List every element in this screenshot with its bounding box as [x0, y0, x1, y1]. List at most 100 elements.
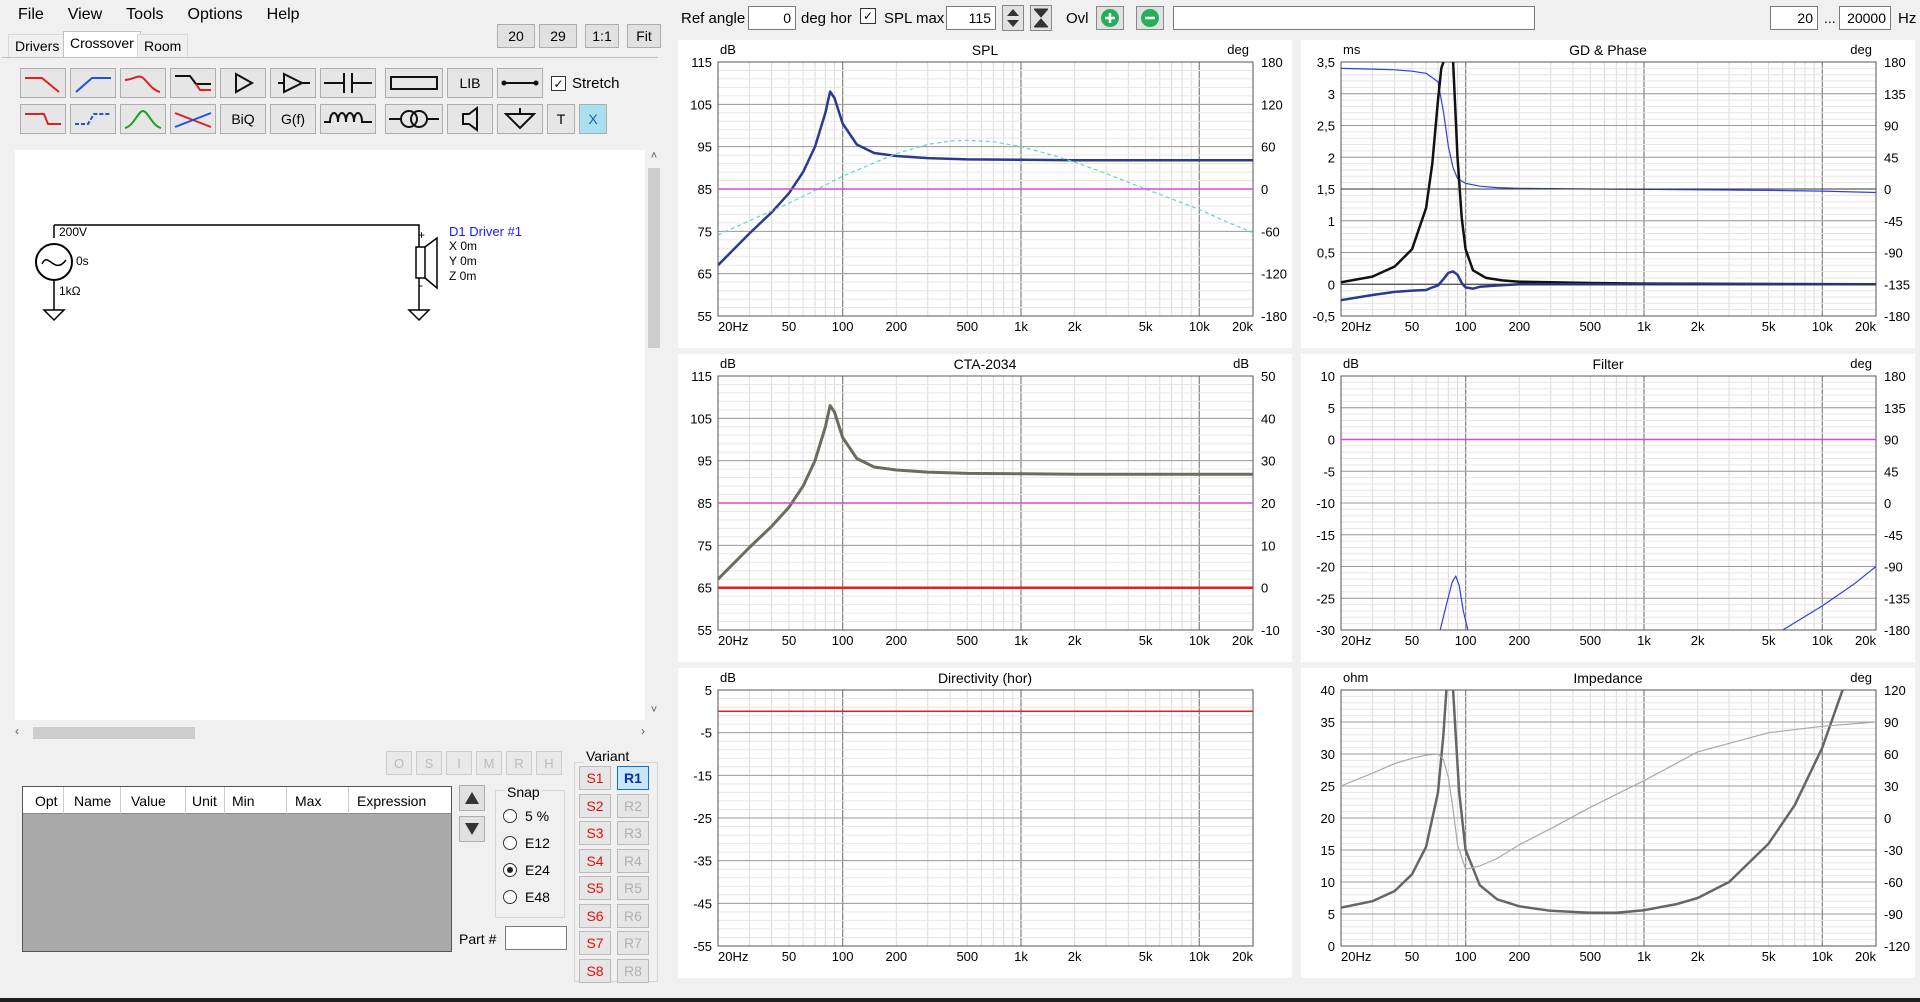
graph-gd-phase[interactable]: GD & Phase ms deg 3,5 3 2,5 2 1,5 1 0,5 0 -0,5 180 13… — [1301, 40, 1915, 348]
variant-s4-button[interactable]: S4 — [579, 848, 611, 873]
graph-impedance[interactable]: Impedance ohm deg 40 35 30 25 20 15 10 5 0 120 90 60 30… — [1301, 668, 1915, 978]
delete-tool[interactable]: X — [579, 104, 607, 134]
r-button[interactable]: R — [506, 751, 532, 775]
variant-r4-button[interactable]: R4 — [617, 848, 649, 873]
spl-max-auto-button[interactable] — [1030, 5, 1052, 31]
stretch-option[interactable]: ✓ Stretch — [551, 75, 620, 92]
schematic-canvas[interactable]: 200V 0s 1kΩ + - D1 Driver #1 X 0m Y 0m Z… — [15, 150, 645, 720]
graph-filter[interactable]: Filter dB deg 10 5 0 -5 -10 -15 -20 -25 -30 180 135 90… — [1301, 354, 1915, 662]
add-overlay-button[interactable] — [1096, 6, 1124, 30]
col-name[interactable]: Name — [74, 793, 111, 809]
ground-tool[interactable] — [497, 104, 543, 134]
scroll-right-icon[interactable]: › — [629, 724, 645, 742]
variant-s3-button[interactable]: S3 — [579, 821, 611, 845]
variant-r8-button[interactable]: R8 — [617, 958, 649, 983]
highpass-alt-tool[interactable] — [70, 104, 116, 134]
graph-spl[interactable]: SPL dB deg 115 105 95 85 75 65 55 180 120 60 0 -60 -120… — [678, 40, 1292, 348]
radio-dot[interactable] — [503, 890, 517, 904]
voltage-source-icon[interactable] — [35, 243, 73, 281]
wire-tool[interactable] — [497, 68, 543, 98]
vertical-scroll-thumb[interactable] — [648, 168, 660, 348]
scroll-left-icon[interactable]: ‹ — [15, 724, 31, 742]
tab-crossover[interactable]: Crossover — [63, 31, 141, 58]
zoom-29-button[interactable]: 29 — [539, 24, 577, 48]
text-tool[interactable]: T — [547, 104, 575, 134]
zoom-1-1-button[interactable]: 1:1 — [585, 24, 619, 48]
col-min[interactable]: Min — [232, 793, 255, 809]
radio-dot[interactable] — [503, 809, 517, 823]
radio-dot-selected[interactable] — [503, 863, 517, 877]
peaking-lowpass-tool[interactable] — [120, 68, 166, 98]
schematic-horizontal-scrollbar[interactable]: ‹ › — [15, 724, 645, 742]
variant-s1-button[interactable]: S1 — [579, 766, 611, 790]
horizontal-scroll-thumb[interactable] — [33, 727, 195, 739]
o-button[interactable]: O — [386, 751, 412, 775]
shelf-tool[interactable] — [170, 68, 216, 98]
variant-r2-button[interactable]: R2 — [617, 793, 649, 818]
spl-max-spinner[interactable] — [1002, 5, 1024, 31]
move-up-button[interactable] — [459, 785, 485, 811]
speaker-tool[interactable] — [447, 104, 493, 134]
col-expression[interactable]: Expression — [357, 793, 426, 809]
menu-tools[interactable]: Tools — [116, 6, 177, 24]
col-unit[interactable]: Unit — [192, 793, 217, 809]
remove-overlay-button[interactable] — [1136, 6, 1164, 30]
overlay-name-input[interactable] — [1173, 6, 1535, 30]
col-max[interactable]: Max — [295, 793, 321, 809]
menu-view[interactable]: View — [58, 6, 116, 24]
variant-s5-button[interactable]: S5 — [579, 876, 611, 900]
variant-r3-button[interactable]: R3 — [617, 821, 649, 845]
capacitor-tool[interactable] — [320, 68, 376, 98]
amplifier-tool[interactable] — [220, 68, 266, 98]
variant-r6-button[interactable]: R6 — [617, 903, 649, 928]
m-button[interactable]: M — [476, 751, 502, 775]
h-button[interactable]: H — [536, 751, 562, 775]
variant-s8-button[interactable]: S8 — [579, 958, 611, 983]
menu-help[interactable]: Help — [257, 6, 314, 24]
zoom-fit-button[interactable]: Fit — [627, 24, 661, 48]
snap-5-percent[interactable]: 5 % — [503, 808, 549, 824]
resistor-tool[interactable] — [385, 68, 443, 98]
menu-options[interactable]: Options — [178, 6, 257, 24]
snap-e24[interactable]: E24 — [503, 862, 550, 878]
lowpass-tool[interactable] — [20, 68, 66, 98]
tab-drivers[interactable]: Drivers — [8, 34, 67, 58]
spl-max-input[interactable]: 115 — [946, 6, 996, 30]
snap-e12[interactable]: E12 — [503, 835, 550, 851]
schematic-vertical-scrollbar[interactable]: ˄ ˅ — [645, 150, 663, 720]
variant-r7-button[interactable]: R7 — [617, 931, 649, 955]
move-down-button[interactable] — [459, 816, 485, 842]
highpass-tool[interactable] — [70, 68, 116, 98]
variant-r5-button[interactable]: R5 — [617, 876, 649, 900]
buffer-tool[interactable] — [270, 68, 316, 98]
variant-s2-button[interactable]: S2 — [579, 793, 611, 818]
variant-s7-button[interactable]: S7 — [579, 931, 611, 955]
inductor-tool[interactable] — [320, 104, 376, 134]
spl-max-checkbox[interactable]: ✓ — [860, 8, 876, 24]
variant-s6-button[interactable]: S6 — [579, 903, 611, 928]
ref-angle-input[interactable]: 0 — [748, 6, 796, 30]
gf-tool[interactable]: G(f) — [270, 104, 316, 134]
radio-dot[interactable] — [503, 836, 517, 850]
tab-room[interactable]: Room — [137, 34, 189, 58]
scroll-up-icon[interactable]: ˄ — [645, 150, 663, 166]
menu-file[interactable]: File — [8, 6, 58, 24]
col-opt[interactable]: Opt — [35, 793, 58, 809]
parameter-table[interactable]: Opt Name Value Unit Min Max Expression — [22, 786, 452, 952]
zoom-20-button[interactable]: 20 — [497, 24, 535, 48]
lowpass-alt-tool[interactable] — [20, 104, 66, 134]
snap-e48[interactable]: E48 — [503, 889, 550, 905]
scroll-down-icon[interactable]: ˅ — [645, 704, 663, 720]
col-value[interactable]: Value — [131, 793, 166, 809]
bandpass-tool[interactable] — [120, 104, 166, 134]
freq-min-input[interactable]: 20 — [1770, 6, 1818, 30]
i-button[interactable]: I — [446, 751, 472, 775]
variant-r1-button[interactable]: R1 — [617, 766, 649, 790]
part-number-input[interactable] — [505, 926, 567, 950]
graph-cta-2034[interactable]: CTA-2034 dB dB 115 105 95 85 75 65 55 50 40 30 20 10 0-… — [678, 354, 1292, 662]
biq-tool[interactable]: BiQ — [220, 104, 266, 134]
graph-directivity-hor[interactable]: Directivity (hor) dB 5 -5 -15 -25 -35 -45 -55 20H… — [678, 668, 1292, 978]
crossover-tool[interactable] — [170, 104, 216, 134]
transformer-tool[interactable] — [385, 104, 443, 134]
s-button[interactable]: S — [416, 751, 442, 775]
